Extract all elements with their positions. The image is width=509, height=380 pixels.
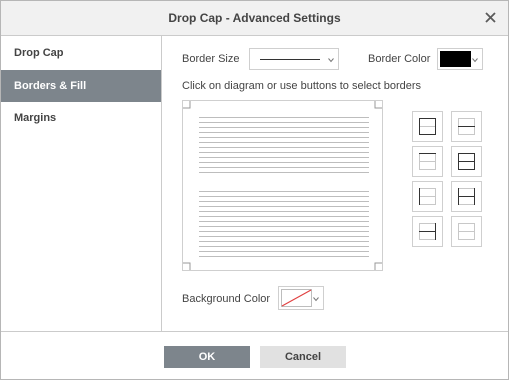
borders-hint: Click on diagram or use buttons to selec… (182, 80, 422, 92)
paragraph-preview-top (199, 117, 369, 177)
all-borders-icon (458, 153, 475, 170)
inner-horizontal-border-button[interactable] (451, 111, 482, 142)
sidebar-item-borders-fill[interactable]: Borders & Fill (1, 70, 161, 102)
cancel-button[interactable]: Cancel (260, 346, 346, 368)
corner-mark-icon (374, 262, 382, 270)
border-diagram[interactable] (182, 100, 383, 271)
borders-fill-panel: Border Size Border Color Click on diagra… (163, 36, 508, 331)
outer-borders-button[interactable] (412, 111, 443, 142)
dialog-footer: OK Cancel (1, 331, 508, 379)
border-color-label: Border Color (368, 53, 431, 65)
background-color-picker[interactable] (278, 286, 324, 310)
chevron-down-icon (328, 58, 334, 63)
title-bar[interactable]: Drop Cap - Advanced Settings (1, 1, 508, 36)
corner-mark-icon (183, 262, 191, 270)
left-border-icon (419, 188, 436, 205)
close-icon[interactable] (482, 9, 500, 27)
horizontal-inner-border-icon (458, 118, 475, 135)
border-color-swatch (440, 51, 471, 67)
no-borders-button[interactable] (451, 216, 482, 247)
top-border-icon (419, 153, 436, 170)
corner-mark-icon (183, 101, 191, 109)
corner-mark-icon (374, 101, 382, 109)
border-size-label: Border Size (182, 53, 240, 65)
background-color-label: Background Color (182, 293, 271, 305)
outer-borders-icon (419, 118, 436, 135)
chevron-down-icon (472, 58, 478, 63)
no-borders-icon (458, 223, 475, 240)
left-right-inner-borders-icon (458, 188, 475, 205)
advanced-settings-dialog: Drop Cap - Advanced Settings Drop Cap Bo… (0, 0, 509, 380)
paragraph-preview-bottom (199, 191, 369, 261)
sidebar-item-drop-cap[interactable]: Drop Cap (1, 37, 161, 69)
border-color-picker[interactable] (437, 48, 483, 70)
sidebar-item-margins[interactable]: Margins (1, 102, 161, 134)
bottom-border-icon (419, 223, 436, 240)
settings-sidebar: Drop Cap Borders & Fill Margins (1, 36, 162, 331)
no-fill-swatch-icon (281, 289, 312, 307)
left-border-button[interactable] (412, 181, 443, 212)
border-size-combo[interactable] (249, 48, 339, 70)
bottom-border-button[interactable] (412, 216, 443, 247)
top-border-button[interactable] (412, 146, 443, 177)
all-borders-button[interactable] (451, 146, 482, 177)
dialog-title: Drop Cap - Advanced Settings (168, 11, 341, 25)
border-size-preview (260, 59, 320, 60)
left-right-borders-button[interactable] (451, 181, 482, 212)
ok-button[interactable]: OK (164, 346, 250, 368)
chevron-down-icon (313, 297, 319, 302)
